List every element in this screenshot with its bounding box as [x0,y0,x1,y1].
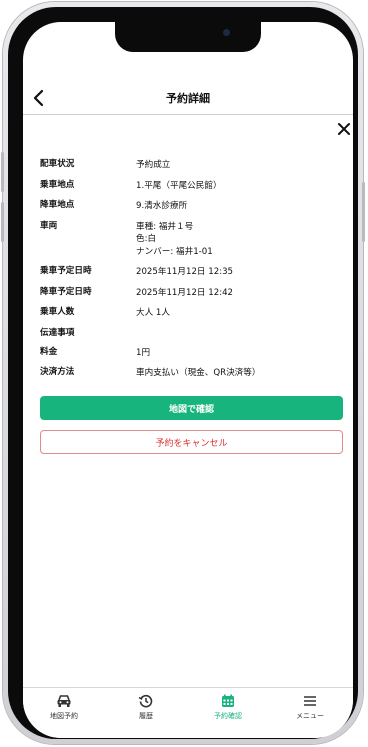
camera [223,29,230,36]
detail-row-dropoff: 降車地点 9.清水診療所 [40,200,340,213]
car-icon [57,695,71,707]
detail-value: 車種: 福井１号 色:白 ナンバー: 福井1-01 [136,221,340,259]
detail-value-text: 予約成立 [136,160,171,170]
screen: 予約詳細 配車状況 予約成立 乗車地点 1.平尾（平尾公民館） 降車地点 9.清… [23,22,353,738]
detail-value [136,328,340,339]
power-button [362,182,365,242]
detail-label: 伝達事項 [40,327,75,338]
tab-label: 履歴 [139,712,153,720]
calendar-icon [222,694,234,707]
detail-row-status: 配車状況 予約成立 [40,159,340,172]
view-map-button[interactable]: 地図で確認 [40,396,343,420]
bottom-tab-bar: 地図予約 履歴 予約確認 メニュー [23,687,353,738]
detail-label: 車両 [40,220,58,231]
detail-label: 決済方法 [40,367,75,377]
detail-value: 予約成立 [136,159,340,172]
detail-row-passengers: 乗車人数 大人 1人 [40,307,340,320]
detail-label: 料金 [40,346,58,357]
detail-value-text: 1.平尾（平尾公民館） [136,180,222,191]
detail-value: 9.清水診療所 [136,200,340,213]
detail-row-pickup-time: 乗車予定日時 2025年11月12日 12:35 [40,266,340,279]
app-header: 予約詳細 [23,84,353,115]
detail-value: 1円 [136,347,340,360]
detail-value-text: 車内支払い（現金、QR決済等） [136,368,261,378]
phone-frame: 予約詳細 配車状況 予約成立 乗車地点 1.平尾（平尾公民館） 降車地点 9.清… [1,2,365,744]
reservation-details: 配車状況 予約成立 乗車地点 1.平尾（平尾公民館） 降車地点 9.清水診療所 … [40,159,340,388]
detail-row-payment: 決済方法 車内支払い（現金、QR決済等） [40,367,340,380]
vehicle-model-text: 車種: 福井１号 [136,221,194,232]
tab-map-reservation[interactable]: 地図予約 [23,694,105,721]
history-icon [138,694,153,708]
detail-value: 車内支払い（現金、QR決済等） [136,367,340,380]
tab-reservation-check[interactable]: 予約確認 [187,694,269,721]
detail-value-text: 大人 1人 [136,308,170,318]
phone-bezel: 予約詳細 配車状況 予約成立 乗車地点 1.平尾（平尾公民館） 降車地点 9.清… [8,7,358,739]
detail-row-notes: 伝達事項 [40,328,340,339]
detail-label: 配車状況 [40,159,75,169]
volume-up-button [1,152,4,192]
detail-label: 降車予定日時 [40,286,92,297]
detail-label: 乗車予定日時 [40,266,92,276]
detail-value: 1.平尾（平尾公民館） [136,180,340,193]
tab-label: メニュー [296,712,324,720]
detail-row-vehicle: 車両 車種: 福井１号 色:白 ナンバー: 福井1-01 [40,221,340,259]
volume-down-button [1,202,4,242]
close-icon[interactable] [336,121,352,137]
detail-value-text: 1円 [136,347,151,358]
tab-history[interactable]: 履歴 [105,694,187,721]
vehicle-color-text: 色:白 [136,234,157,244]
detail-value: 大人 1人 [136,307,340,320]
page-title: 予約詳細 [166,92,210,105]
detail-label: 降車地点 [40,200,75,210]
tab-label: 予約確認 [214,712,242,720]
notch [115,22,261,52]
tab-menu[interactable]: メニュー [269,694,351,721]
detail-value-text: 2025年11月12日 12:42 [136,287,234,298]
menu-icon [304,696,316,706]
detail-label: 乗車人数 [40,307,75,317]
cancel-reservation-button[interactable]: 予約をキャンセル [40,430,343,454]
detail-label: 乗車地点 [40,179,75,190]
detail-row-fare: 料金 1円 [40,347,340,360]
detail-row-dropoff-time: 降車予定日時 2025年11月12日 12:42 [40,287,340,300]
vehicle-number-text: ナンバー: 福井1-01 [136,246,213,257]
detail-value: 2025年11月12日 12:35 [136,266,340,279]
detail-row-pickup: 乗車地点 1.平尾（平尾公民館） [40,180,340,193]
detail-value-text: 2025年11月12日 12:35 [136,267,234,277]
tab-label: 地図予約 [50,712,78,720]
detail-value-text: 9.清水診療所 [136,201,188,211]
detail-value: 2025年11月12日 12:42 [136,287,340,300]
